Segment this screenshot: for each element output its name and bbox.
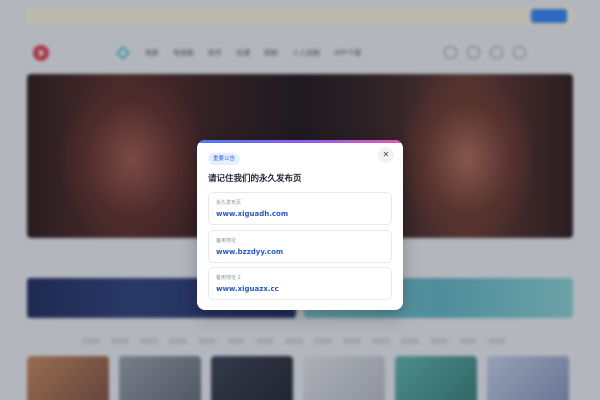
close-icon[interactable]: ✕ [378, 147, 394, 163]
address-card-backup-2[interactable]: 备用地址 2 www.xiguazx.cc [208, 267, 392, 300]
address-link[interactable]: www.bzzdyy.com [216, 248, 283, 256]
address-link[interactable]: www.xiguadh.com [216, 210, 288, 218]
address-card-permanent[interactable]: 永久发布页 www.xiguadh.com [208, 192, 392, 225]
announcement-modal: 重要公告 ✕ 请记住我们的永久发布页 永久发布页 www.xiguadh.com… [197, 140, 403, 310]
address-label: 备用地址 2 [216, 275, 241, 281]
modal-accent-bar [197, 140, 403, 143]
address-link[interactable]: www.xiguazx.cc [216, 285, 279, 293]
address-label: 永久发布页 [216, 200, 242, 206]
announcement-badge: 重要公告 [208, 153, 241, 165]
address-card-backup-1[interactable]: 备用地址 www.bzzdyy.com [208, 230, 392, 263]
address-label: 备用地址 [216, 238, 237, 244]
modal-title: 请记住我们的永久发布页 [208, 174, 302, 184]
